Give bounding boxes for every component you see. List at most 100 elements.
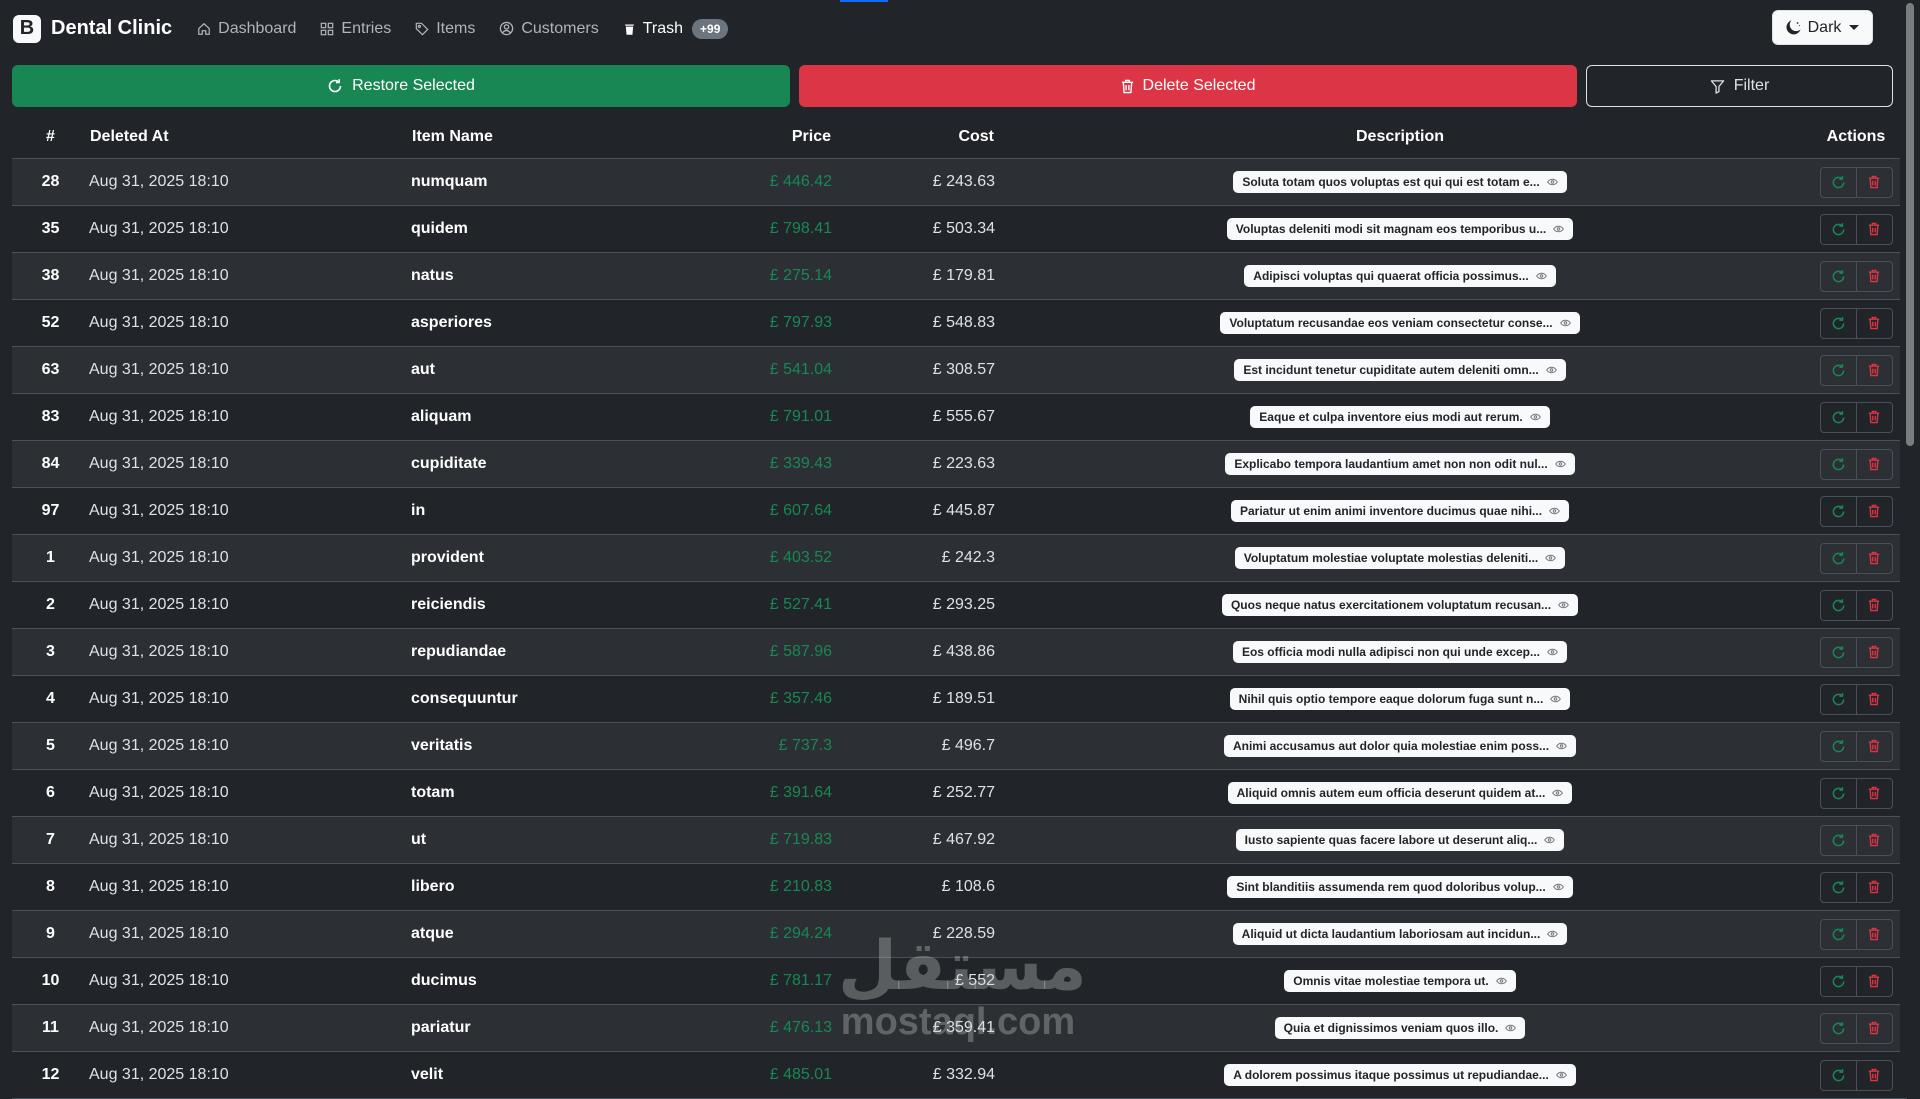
description-badge[interactable]: Explicabo tempora laudantium amet non no… <box>1225 453 1575 475</box>
description-badge[interactable]: Est incidunt tenetur cupiditate autem de… <box>1234 359 1566 381</box>
eye-icon[interactable] <box>1495 977 1507 985</box>
scrollbar-thumb[interactable] <box>1906 3 1914 446</box>
description-badge[interactable]: Voluptatum molestiae voluptate molestias… <box>1234 547 1566 569</box>
table-row[interactable]: 10 Aug 31, 2025 18:10 ducimus £ 781.17 £ 552… <box>12 957 1907 1005</box>
delete-row-button[interactable] <box>1855 449 1892 479</box>
eye-icon[interactable] <box>1546 178 1558 186</box>
nav-item-trash[interactable]: Trash +99 <box>623 18 729 39</box>
table-row[interactable]: 28 Aug 31, 2025 18:10 numquam £ 446.42 £ 243… <box>12 158 1907 206</box>
delete-row-button[interactable] <box>1855 261 1892 291</box>
delete-row-button[interactable] <box>1855 778 1892 808</box>
table-row[interactable]: 5 Aug 31, 2025 18:10 veritatis £ 737.3 £ 496… <box>12 722 1907 770</box>
description-badge[interactable]: Aliquid omnis autem eum officia deserunt… <box>1227 782 1573 804</box>
table-row[interactable]: 11 Aug 31, 2025 18:10 pariatur £ 476.13 £ 35… <box>12 1004 1907 1052</box>
table-row[interactable]: 6 Aug 31, 2025 18:10 totam £ 391.64 £ 252.77… <box>12 769 1907 817</box>
restore-row-button[interactable] <box>1821 356 1856 385</box>
table-row[interactable]: 8 Aug 31, 2025 18:10 libero £ 210.83 £ 108.6… <box>12 863 1907 911</box>
description-badge[interactable]: A dolorem possimus itaque possimus ut re… <box>1224 1064 1576 1086</box>
page-scrollbar[interactable] <box>1900 0 1920 1080</box>
delete-row-button[interactable] <box>1855 637 1892 667</box>
delete-row-button[interactable] <box>1855 919 1892 949</box>
eye-icon[interactable] <box>1529 413 1541 421</box>
restore-row-button[interactable] <box>1821 920 1856 949</box>
eye-icon[interactable] <box>1547 648 1558 656</box>
eye-icon[interactable] <box>1549 507 1560 515</box>
description-badge[interactable]: Voluptas deleniti modi sit magnam eos te… <box>1226 218 1574 240</box>
eye-icon[interactable] <box>1556 742 1567 750</box>
description-badge[interactable]: Sint blanditiis assumenda rem quod dolor… <box>1227 876 1573 898</box>
delete-row-button[interactable] <box>1855 1060 1892 1090</box>
description-badge[interactable]: Soluta totam quos voluptas est qui qui e… <box>1233 171 1567 193</box>
delete-row-button[interactable] <box>1855 590 1892 620</box>
description-badge[interactable]: Eaque et culpa inventore eius modi aut r… <box>1250 406 1550 428</box>
description-badge[interactable]: Pariatur ut enim animi inventore ducimus… <box>1230 500 1570 522</box>
eye-icon[interactable] <box>1558 601 1569 609</box>
restore-row-button[interactable] <box>1821 732 1856 761</box>
eye-icon[interactable] <box>1535 272 1547 280</box>
table-row[interactable]: 1 Aug 31, 2025 18:10 provident £ 403.52 £ 24… <box>12 534 1907 582</box>
description-badge[interactable]: Nihil quis optio tempore eaque dolorum f… <box>1229 688 1571 710</box>
delete-row-button[interactable] <box>1855 543 1892 573</box>
restore-row-button[interactable] <box>1821 873 1856 902</box>
description-badge[interactable]: Omnis vitae molestiae tempora ut. <box>1284 970 1516 992</box>
table-row[interactable]: 9 Aug 31, 2025 18:10 atque £ 294.24 £ 228.59… <box>12 910 1907 958</box>
eye-icon[interactable] <box>1552 789 1564 797</box>
table-row[interactable]: 35 Aug 31, 2025 18:10 quidem £ 798.41 £ 503.… <box>12 205 1907 253</box>
table-row[interactable]: 83 Aug 31, 2025 18:10 aliquam £ 791.01 £ 555… <box>12 393 1907 441</box>
column-header-cost[interactable]: Cost <box>832 115 995 159</box>
eye-icon[interactable] <box>1545 366 1557 374</box>
delete-row-button[interactable] <box>1855 731 1892 761</box>
eye-icon[interactable] <box>1559 319 1571 327</box>
table-row[interactable]: 4 Aug 31, 2025 18:10 consequuntur £ 357.46 £… <box>12 675 1907 723</box>
delete-row-button[interactable] <box>1855 355 1892 385</box>
column-header-deleted-at[interactable]: Deleted At <box>89 115 411 159</box>
delete-row-button[interactable] <box>1855 1013 1892 1043</box>
table-row[interactable]: 52 Aug 31, 2025 18:10 asperiores £ 797.93 £ … <box>12 299 1907 347</box>
restore-row-button[interactable] <box>1821 1061 1856 1090</box>
table-row[interactable]: 97 Aug 31, 2025 18:10 in £ 607.64 £ 445.87 Pa… <box>12 487 1907 535</box>
delete-row-button[interactable] <box>1855 496 1892 526</box>
delete-selected-button[interactable]: Delete Selected <box>799 65 1577 107</box>
column-header-id[interactable]: # <box>12 115 89 159</box>
restore-row-button[interactable] <box>1821 826 1856 855</box>
restore-row-button[interactable] <box>1821 309 1856 338</box>
table-row[interactable]: 38 Aug 31, 2025 18:10 natus £ 275.14 £ 179.8… <box>12 252 1907 300</box>
description-badge[interactable]: Animi accusamus aut dolor quia molestiae… <box>1223 735 1577 757</box>
delete-row-button[interactable] <box>1855 966 1892 996</box>
table-row[interactable]: 2 Aug 31, 2025 18:10 reiciendis £ 527.41 £ 2… <box>12 581 1907 629</box>
restore-row-button[interactable] <box>1821 497 1856 526</box>
column-header-price[interactable]: Price <box>673 115 832 159</box>
delete-row-button[interactable] <box>1855 308 1892 338</box>
restore-row-button[interactable] <box>1821 544 1856 573</box>
description-badge[interactable]: Aliquid ut dicta laudantium laboriosam a… <box>1232 923 1568 945</box>
description-badge[interactable]: Iusto sapiente quas facere labore ut des… <box>1235 829 1565 851</box>
eye-icon[interactable] <box>1552 883 1564 891</box>
theme-toggle-button[interactable]: Dark <box>1772 10 1873 45</box>
eye-icon[interactable] <box>1544 836 1556 844</box>
description-badge[interactable]: Voluptatum recusandae eos veniam consect… <box>1220 312 1580 334</box>
delete-row-button[interactable] <box>1855 214 1892 244</box>
description-badge[interactable]: Eos officia modi nulla adipisci non qui … <box>1232 641 1568 663</box>
table-row[interactable]: 63 Aug 31, 2025 18:10 aut £ 541.04 £ 308.57 E… <box>12 346 1907 394</box>
eye-icon[interactable] <box>1553 225 1565 233</box>
brand[interactable]: B Dental Clinic <box>13 14 172 43</box>
eye-icon[interactable] <box>1505 1024 1517 1032</box>
table-row[interactable]: 84 Aug 31, 2025 18:10 cupiditate £ 339.43 £ … <box>12 440 1907 488</box>
restore-row-button[interactable] <box>1821 403 1856 432</box>
delete-row-button[interactable] <box>1855 402 1892 432</box>
eye-icon[interactable] <box>1554 460 1566 468</box>
restore-row-button[interactable] <box>1821 262 1856 291</box>
eye-icon[interactable] <box>1555 1071 1567 1079</box>
restore-row-button[interactable] <box>1821 450 1856 479</box>
table-row[interactable]: 3 Aug 31, 2025 18:10 repudiandae £ 587.96 £ … <box>12 628 1907 676</box>
description-badge[interactable]: Quia et dignissimos veniam quos illo. <box>1274 1017 1526 1039</box>
restore-row-button[interactable] <box>1821 215 1856 244</box>
nav-item-items[interactable]: Items <box>415 20 475 38</box>
nav-item-customers[interactable]: Customers <box>499 20 599 38</box>
nav-item-dashboard[interactable]: Dashboard <box>197 20 296 38</box>
nav-item-entries[interactable]: Entries <box>320 20 391 38</box>
restore-row-button[interactable] <box>1821 591 1856 620</box>
column-header-item-name[interactable]: Item Name <box>411 115 673 159</box>
delete-row-button[interactable] <box>1855 872 1892 902</box>
description-badge[interactable]: Adipisci voluptas qui quaerat officia po… <box>1244 265 1556 287</box>
